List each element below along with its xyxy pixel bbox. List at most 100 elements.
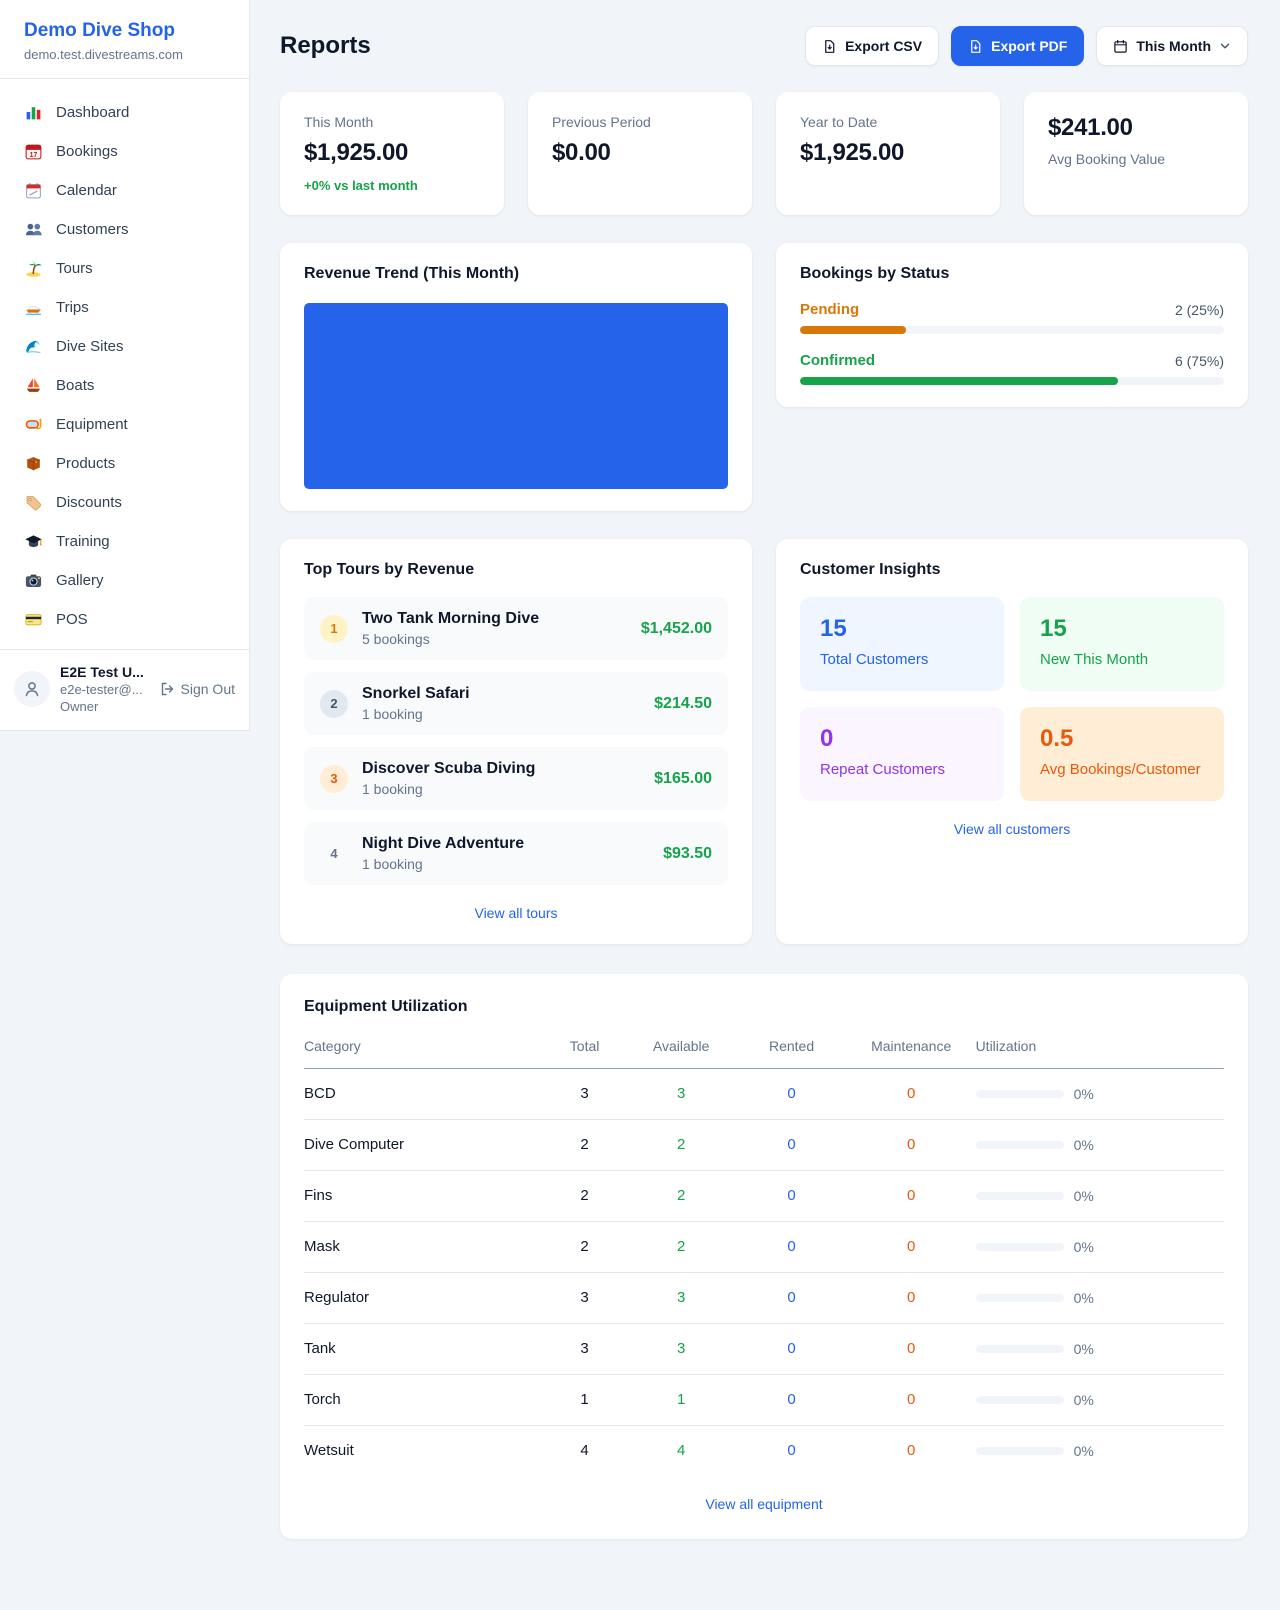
sidebar-item-boats[interactable]: Boats bbox=[12, 366, 237, 405]
sidebar-item-pos[interactable]: POS bbox=[12, 600, 237, 639]
stat-card-previous-period: Previous Period $0.00 bbox=[528, 92, 752, 215]
export-csv-button[interactable]: Export CSV bbox=[805, 26, 939, 66]
revenue-trend-title: Revenue Trend (This Month) bbox=[304, 265, 728, 283]
sidebar-item-label: Training bbox=[56, 533, 110, 550]
sidebar-item-tours[interactable]: Tours bbox=[12, 249, 237, 288]
sidebar-item-label: Dashboard bbox=[56, 104, 129, 121]
sidebar-item-dashboard[interactable]: Dashboard bbox=[12, 93, 237, 132]
tile-new-this-month: 15 New This Month bbox=[1020, 597, 1224, 691]
period-selector[interactable]: This Month bbox=[1096, 26, 1248, 66]
col-available: Available bbox=[626, 1032, 736, 1069]
status-value: 6 (75%) bbox=[1175, 353, 1224, 369]
users-icon bbox=[24, 220, 43, 239]
table-row: Tank 3 3 0 0 0% bbox=[304, 1324, 1224, 1375]
equipment-total: 3 bbox=[543, 1324, 626, 1375]
equipment-available: 1 bbox=[626, 1375, 736, 1426]
col-maintenance: Maintenance bbox=[847, 1032, 976, 1069]
table-row: Regulator 3 3 0 0 0% bbox=[304, 1273, 1224, 1324]
equipment-total: 4 bbox=[543, 1426, 626, 1477]
equipment-maintenance: 0 bbox=[847, 1069, 976, 1120]
equipment-total: 2 bbox=[543, 1222, 626, 1273]
equipment-category: Dive Computer bbox=[304, 1120, 543, 1171]
sidebar-item-training[interactable]: Training bbox=[12, 522, 237, 561]
status-value: 2 (25%) bbox=[1175, 302, 1224, 318]
utilization-bar bbox=[976, 1243, 1064, 1251]
tile-label: New This Month bbox=[1040, 651, 1204, 668]
svg-text:17: 17 bbox=[30, 152, 38, 159]
equipment-maintenance: 0 bbox=[847, 1375, 976, 1426]
status-bar-fill bbox=[800, 377, 1118, 385]
stat-delta: +0% vs last month bbox=[304, 178, 480, 193]
utilization-bar bbox=[976, 1294, 1064, 1302]
tour-name: Snorkel Safari bbox=[362, 685, 640, 703]
sign-out-label: Sign Out bbox=[181, 681, 235, 697]
stat-card-year-to-date: Year to Date $1,925.00 bbox=[776, 92, 1000, 215]
period-selected-label: This Month bbox=[1136, 38, 1211, 54]
user-name: E2E Test U... bbox=[60, 664, 149, 680]
col-utilization: Utilization bbox=[976, 1032, 1224, 1069]
stat-value: $1,925.00 bbox=[304, 139, 480, 167]
user-box: E2E Test U... e2e-tester@... Owner Sign … bbox=[0, 649, 249, 730]
equipment-total: 1 bbox=[543, 1375, 626, 1426]
sidebar-item-equipment[interactable]: Equipment bbox=[12, 405, 237, 444]
sidebar: Demo Dive Shop demo.test.divestreams.com… bbox=[0, 0, 250, 731]
sign-out-button[interactable]: Sign Out bbox=[159, 681, 235, 697]
sidebar-item-gallery[interactable]: Gallery bbox=[12, 561, 237, 600]
view-all-equipment-link[interactable]: View all equipment bbox=[705, 1496, 822, 1512]
utilization-value: 0% bbox=[1074, 1341, 1094, 1357]
calendar-icon bbox=[1113, 39, 1128, 54]
table-row: Wetsuit 4 4 0 0 0% bbox=[304, 1426, 1224, 1477]
sidebar-item-trips[interactable]: Trips bbox=[12, 288, 237, 327]
view-all-customers-link[interactable]: View all customers bbox=[954, 821, 1070, 837]
equipment-rented: 0 bbox=[736, 1324, 846, 1375]
view-all-tours-link[interactable]: View all tours bbox=[474, 905, 557, 921]
sidebar-item-label: Gallery bbox=[56, 572, 104, 589]
status-label: Pending bbox=[800, 301, 859, 318]
utilization-bar bbox=[976, 1192, 1064, 1200]
equipment-category: Wetsuit bbox=[304, 1426, 543, 1477]
equipment-total: 2 bbox=[543, 1120, 626, 1171]
sidebar-item-label: Bookings bbox=[56, 143, 118, 160]
equipment-maintenance: 0 bbox=[847, 1273, 976, 1324]
equipment-table: Category Total Available Rented Maintena… bbox=[304, 1032, 1224, 1476]
equipment-available: 2 bbox=[626, 1120, 736, 1171]
revenue-trend-chart bbox=[304, 303, 728, 489]
equipment-available: 4 bbox=[626, 1426, 736, 1477]
header-actions: Export CSV Export PDF This Month bbox=[805, 26, 1248, 66]
sidebar-item-label: Customers bbox=[56, 221, 129, 238]
tour-name: Discover Scuba Diving bbox=[362, 760, 640, 778]
col-total: Total bbox=[543, 1032, 626, 1069]
status-row-confirmed: Confirmed 6 (75%) bbox=[800, 352, 1224, 385]
sidebar-item-bookings[interactable]: 17 Bookings bbox=[12, 132, 237, 171]
tour-amount: $93.50 bbox=[663, 845, 712, 863]
table-row: Dive Computer 2 2 0 0 0% bbox=[304, 1120, 1224, 1171]
equipment-rented: 0 bbox=[736, 1120, 846, 1171]
sidebar-item-customers[interactable]: Customers bbox=[12, 210, 237, 249]
rank-badge: 2 bbox=[320, 690, 348, 718]
sailboat-icon bbox=[24, 376, 43, 395]
shop-domain: demo.test.divestreams.com bbox=[24, 47, 225, 62]
top-tours-title: Top Tours by Revenue bbox=[304, 561, 728, 579]
file-download-icon bbox=[822, 39, 837, 54]
sidebar-item-products[interactable]: Products bbox=[12, 444, 237, 483]
tile-total-customers: 15 Total Customers bbox=[800, 597, 1004, 691]
charts-row: Revenue Trend (This Month) Bookings by S… bbox=[280, 243, 1248, 511]
tour-amount: $165.00 bbox=[654, 770, 712, 788]
sidebar-item-dive-sites[interactable]: Dive Sites bbox=[12, 327, 237, 366]
table-row: BCD 3 3 0 0 0% bbox=[304, 1069, 1224, 1120]
tile-value: 0.5 bbox=[1040, 725, 1204, 753]
status-bar-track bbox=[800, 377, 1224, 385]
bookings-by-status-title: Bookings by Status bbox=[800, 265, 1224, 283]
export-pdf-button[interactable]: Export PDF bbox=[951, 26, 1084, 66]
equipment-category: Fins bbox=[304, 1171, 543, 1222]
package-icon bbox=[24, 454, 43, 473]
sidebar-item-calendar[interactable]: Calendar bbox=[12, 171, 237, 210]
equipment-maintenance: 0 bbox=[847, 1324, 976, 1375]
tour-bookings: 1 booking bbox=[362, 856, 649, 872]
stat-label: Previous Period bbox=[552, 114, 728, 130]
person-icon bbox=[22, 679, 42, 699]
avatar bbox=[14, 671, 50, 707]
sidebar-item-discounts[interactable]: Discounts bbox=[12, 483, 237, 522]
equipment-category: Torch bbox=[304, 1375, 543, 1426]
palm-island-icon bbox=[24, 259, 43, 278]
